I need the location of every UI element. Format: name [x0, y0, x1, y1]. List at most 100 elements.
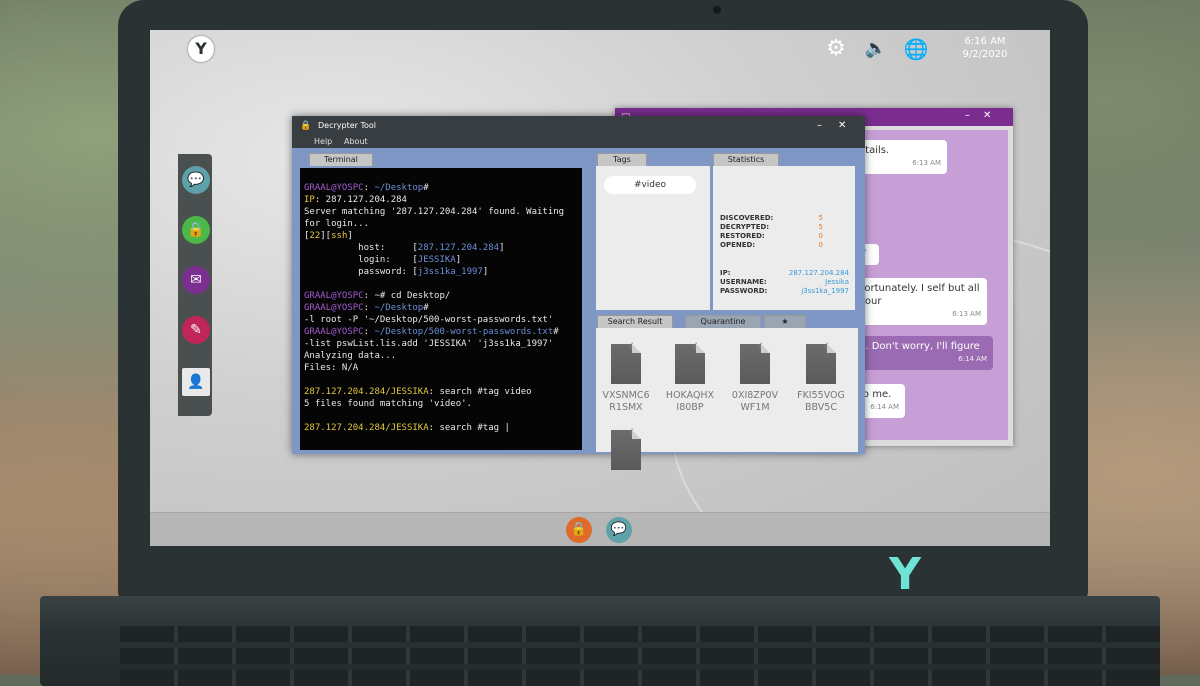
window-title: Decrypter Tool: [318, 121, 377, 130]
mail-icon[interactable]: ✉: [182, 266, 210, 294]
chat-icon[interactable]: 💬: [182, 166, 210, 194]
message-time: 6:13 AM: [952, 310, 981, 318]
info-value: 287.127.204.284: [788, 269, 849, 277]
terminal-line: IP: 287.127.204.284: [304, 194, 407, 206]
terminal-text: GRAAL@YOSPC: [304, 327, 364, 337]
star-icon[interactable]: ★: [822, 340, 832, 353]
terminal-line: GRAAL@YOSPC: ~/Desktop#: [304, 182, 429, 194]
left-dock: 💬 🔒 ✉ ✎ 👤: [178, 154, 212, 416]
terminal-output[interactable]: GRAAL@YOSPC: ~/Desktop# IP: 287.127.204.2…: [300, 168, 582, 450]
info-value: Jessika: [825, 278, 849, 286]
file-icon: ★: [611, 340, 641, 384]
star-icon[interactable]: ★: [756, 340, 766, 353]
terminal-text: 287.127.204.284: [417, 243, 500, 253]
terminal-text: ]: [455, 255, 462, 265]
keyboard-row: [120, 670, 1160, 686]
tab-favorites[interactable]: ★: [764, 315, 806, 328]
terminal-text: ]: [347, 231, 353, 241]
info-label: PASSWORD:: [720, 287, 768, 295]
chat-message: d. Don't worry, I'll figure 6:14 AM: [853, 336, 993, 370]
terminal-text: : search #tag video: [428, 387, 532, 397]
lock-icon: 🔒: [300, 121, 312, 131]
terminal-text: 5 files found matching 'video'.: [304, 399, 472, 409]
file-item[interactable]: ★: [596, 426, 656, 470]
terminal-line: GRAAL@YOSPC: ~/Desktop/500-worst-passwor…: [304, 326, 559, 338]
terminal-text: 22: [309, 231, 321, 241]
menu-bar: Help About: [292, 136, 865, 148]
terminal-line: Server matching '287.127.204.284' found.…: [304, 206, 564, 218]
tab-quarantine[interactable]: Quarantine: [685, 315, 761, 328]
terminal-text: : ~# cd Desktop/: [363, 291, 451, 301]
file-icon: ★: [806, 340, 836, 384]
message-text: d. Don't worry, I'll figure: [859, 341, 980, 352]
terminal-text: password: [: [304, 267, 418, 277]
start-menu-button[interactable]: Y: [188, 36, 214, 62]
tab-terminal[interactable]: Terminal: [309, 153, 373, 166]
terminal-text: ~/Desktop: [374, 183, 424, 193]
terminal-text: ~/Desktop/500-worst-passwords.txt: [374, 327, 554, 337]
terminal-line: Analyzing data...: [304, 350, 396, 362]
stat-label: DECRYPTED:: [720, 223, 770, 231]
terminal-text: IP: [304, 195, 315, 205]
star-icon[interactable]: ★: [691, 340, 701, 353]
menu-help[interactable]: Help: [314, 136, 332, 148]
stat-label: RESTORED:: [720, 232, 765, 240]
terminal-text: ]: [499, 243, 505, 253]
terminal-text: :: [363, 327, 375, 337]
info-label: IP:: [720, 269, 731, 277]
file-icon: ★: [740, 340, 770, 384]
minimize-button[interactable]: –: [965, 110, 970, 121]
terminal-text: : search #tag |: [428, 423, 510, 433]
chat-message: etails. 6:13 AM: [853, 140, 947, 174]
lock-icon[interactable]: 🔒: [566, 517, 592, 543]
lock-icon[interactable]: 🔒: [182, 216, 210, 244]
message-text: Fortunately. I self but all your: [859, 283, 980, 307]
file-name: 0XI8ZP0V WF1M: [731, 390, 779, 413]
close-button[interactable]: ✕: [983, 110, 991, 121]
terminal-text: :: [363, 303, 375, 313]
chat-icon[interactable]: 💬: [606, 517, 632, 543]
globe-icon[interactable]: 🌐: [903, 36, 929, 62]
file-item[interactable]: ★ FKI55VOG BBV5C: [791, 340, 851, 414]
terminal-text: GRAAL@YOSPC: [304, 291, 364, 301]
tab-tags[interactable]: Tags: [597, 153, 647, 166]
close-button[interactable]: ✕: [838, 116, 846, 136]
tab-statistics[interactable]: Statistics: [713, 153, 779, 166]
menu-about[interactable]: About: [344, 136, 368, 148]
star-icon[interactable]: ★: [627, 340, 637, 353]
gear-icon[interactable]: ⚙: [823, 36, 849, 62]
minimize-button[interactable]: –: [817, 116, 822, 136]
file-item[interactable]: ★ VXSNMC6 R1SMX: [596, 340, 656, 414]
message-time: 6:14 AM: [958, 355, 987, 363]
desktop-screen: Y ⚙ 🔈 🌐 6:16 AM 9/2/2020 💬 🔒 ✉ ✎ 👤 ▭ – ✕…: [150, 30, 1050, 546]
file-item[interactable]: ★ HOKAQHX I80BP: [660, 340, 720, 414]
terminal-line: GRAAL@YOSPC: ~# cd Desktop/: [304, 290, 450, 302]
terminal-text: ~/Desktop: [374, 303, 424, 313]
terminal-line: for login...: [304, 218, 369, 230]
contact-icon[interactable]: 👤: [182, 368, 210, 396]
file-item[interactable]: ★ 0XI8ZP0V WF1M: [725, 340, 785, 414]
terminal-text: 287.127.204.284/JESSIKA: [304, 387, 429, 397]
speaker-icon[interactable]: 🔈: [863, 36, 889, 62]
file-icon: ★: [611, 426, 641, 470]
terminal-text: for login...: [304, 219, 370, 229]
tag-pill[interactable]: #video: [604, 176, 696, 194]
terminal-text: :: [363, 183, 375, 193]
statistics-panel: DISCOVERED: 5 DECRYPTED: 5 RESTORED: 0 O…: [713, 166, 855, 310]
terminal-text: GRAAL@YOSPC: [304, 303, 364, 313]
clock-time: 6:16 AM: [964, 36, 1006, 47]
star-icon[interactable]: ★: [627, 426, 637, 439]
terminal-line: -list pswList.lis.add 'JESSIKA' 'j3ss1ka…: [304, 338, 553, 350]
terminal-line: -l root -P '~/Desktop/500-worst-password…: [304, 314, 553, 326]
notes-icon[interactable]: ✎: [182, 316, 210, 344]
laptop-base: [40, 596, 1160, 686]
terminal-text: JESSIKA: [417, 255, 456, 265]
file-name: VXSNMC6 R1SMX: [602, 390, 650, 413]
terminal-text: login: [: [304, 255, 418, 265]
file-name: FKI55VOG BBV5C: [797, 390, 845, 413]
terminal-line: Files: N/A: [304, 362, 358, 374]
info-label: USERNAME:: [720, 278, 767, 286]
terminal-line: 287.127.204.284/JESSIKA: search #tag |: [304, 422, 510, 434]
tab-search-result[interactable]: Search Result: [597, 315, 673, 328]
terminal-text: GRAAL@YOSPC: [304, 183, 364, 193]
